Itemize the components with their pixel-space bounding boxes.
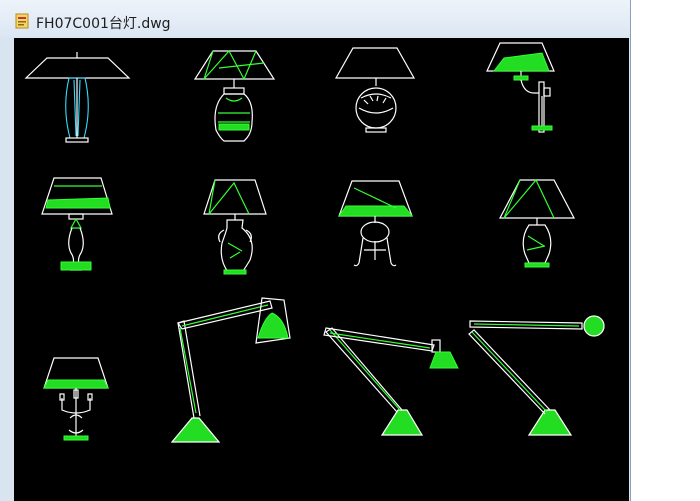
table-lamp-5[interactable] xyxy=(41,177,113,271)
table-lamp-7[interactable] xyxy=(338,180,414,267)
desk-lamp-11[interactable] xyxy=(323,327,459,436)
candle-lamp-9[interactable] xyxy=(43,357,109,441)
desktop-background xyxy=(631,0,700,501)
table-lamp-3[interactable] xyxy=(334,47,416,133)
dwg-file-icon xyxy=(15,13,29,29)
wall-lamp-4[interactable] xyxy=(486,42,555,133)
drawing-canvas[interactable] xyxy=(14,38,629,501)
lamp-drawings xyxy=(24,42,605,443)
desk-lamp-12[interactable] xyxy=(468,315,605,436)
desk-lamp-10[interactable] xyxy=(170,297,291,443)
cad-window: FH07C001台灯.dwg xyxy=(0,0,631,501)
table-lamp-8[interactable] xyxy=(499,178,575,268)
title-bar: FH07C001台灯.dwg xyxy=(0,0,630,38)
table-lamp-6[interactable] xyxy=(203,179,267,275)
table-lamp-2[interactable] xyxy=(193,49,276,142)
table-lamp-1[interactable] xyxy=(24,52,131,143)
window-title: FH07C001台灯.dwg xyxy=(36,16,171,32)
